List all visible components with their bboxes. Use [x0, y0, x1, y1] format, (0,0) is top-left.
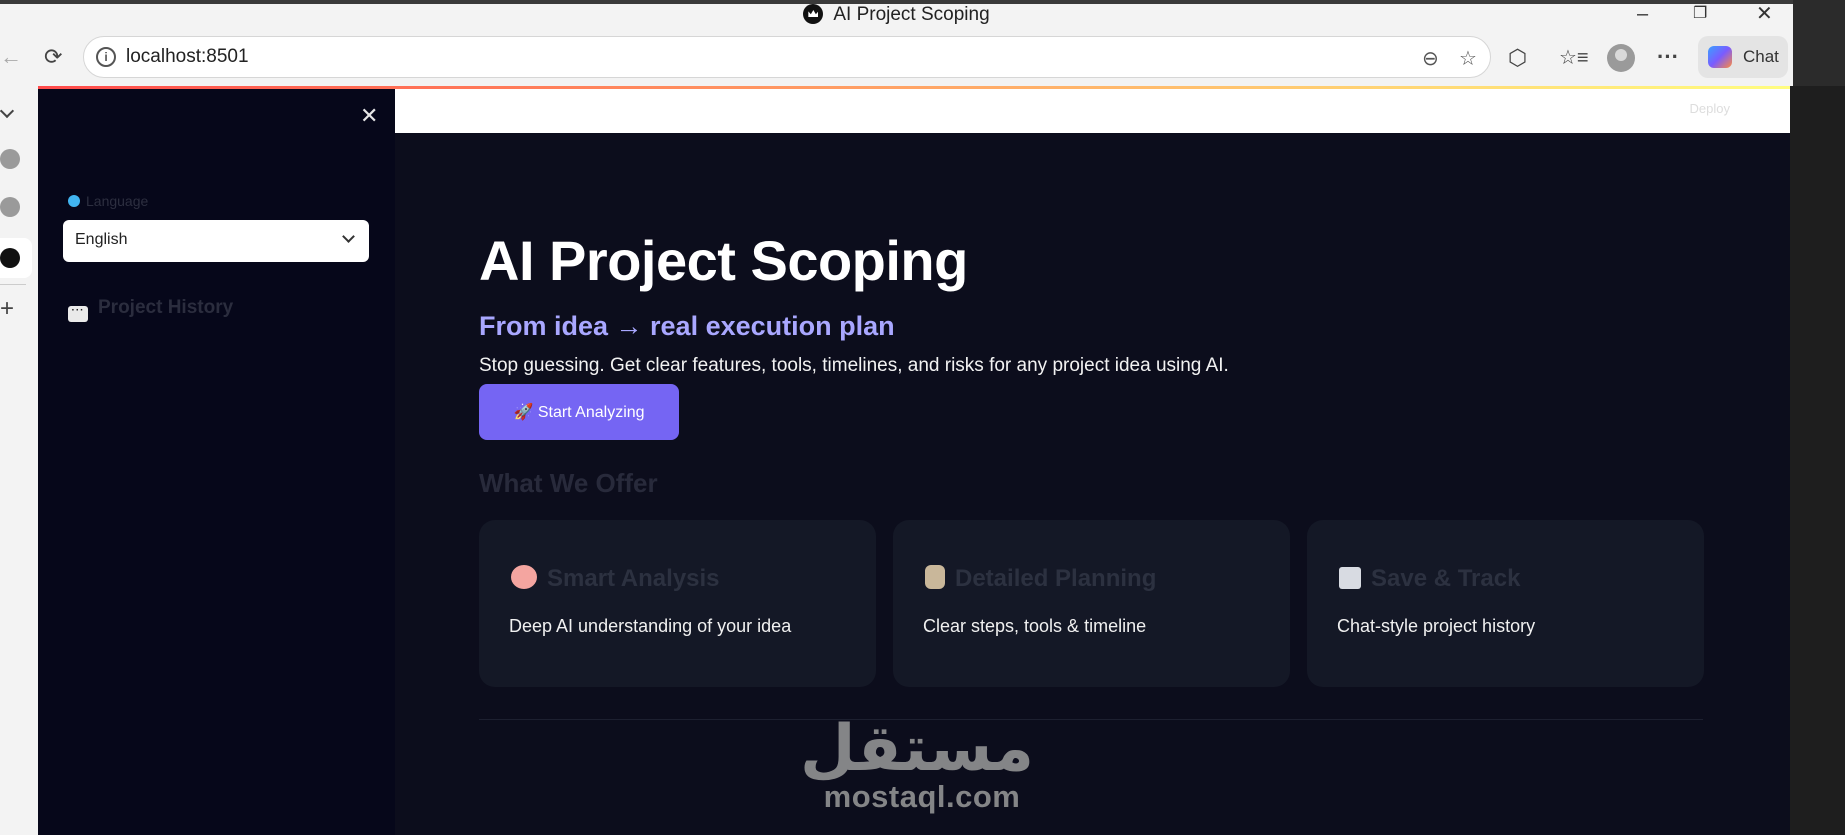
page-subtitle: From idea → real execution plan — [479, 311, 895, 341]
deploy-button[interactable]: Deploy — [1690, 101, 1730, 116]
vertical-tab-strip: + — [0, 88, 38, 835]
restore-button[interactable]: ❐ — [1693, 4, 1707, 24]
language-label: Language — [68, 193, 148, 209]
language-label-text: Language — [86, 193, 149, 209]
feature-title-text: Save & Track — [1371, 565, 1521, 592]
feature-card-description: Clear steps, tools & timeline — [923, 616, 1147, 636]
feature-card-description: Deep AI understanding of your idea — [509, 616, 792, 636]
page-description: Stop guessing. Get clear features, tools… — [479, 355, 1229, 376]
language-value: English — [75, 231, 128, 248]
copilot-chat-button[interactable]: Chat — [1698, 36, 1788, 78]
feature-card-save-track: Save & Track Chat-style project history — [1307, 520, 1704, 687]
start-analyzing-label: 🚀 Start Analyzing — [513, 404, 645, 421]
tab-favicon-icon[interactable] — [0, 197, 20, 217]
favorites-list-icon[interactable]: ☆≡ — [1559, 45, 1589, 70]
page-title: AI Project Scoping — [479, 229, 968, 292]
back-arrow-icon[interactable]: ← — [0, 46, 22, 68]
status-dot-icon — [68, 195, 80, 207]
feature-card-smart-analysis: Smart Analysis Deep AI understanding of … — [479, 520, 876, 687]
feature-card-title: Detailed Planning — [925, 565, 1156, 593]
clipboard-icon — [925, 565, 945, 589]
watermark-latin: mostaql.com — [823, 779, 1021, 814]
refresh-icon[interactable]: ⟳ — [44, 46, 62, 68]
address-bar[interactable]: i localhost:8501 ⊖ ☆ — [83, 36, 1491, 78]
zoom-out-icon[interactable]: ⊖ — [1422, 46, 1439, 71]
close-sidebar-icon[interactable]: ✕ — [360, 103, 378, 129]
favorite-star-icon[interactable]: ☆ — [1459, 46, 1477, 71]
url-text: localhost:8501 — [126, 46, 249, 67]
tab-favicon-icon — [0, 248, 20, 268]
feature-card-title: Save & Track — [1339, 565, 1520, 593]
copilot-logo-icon — [1708, 46, 1732, 68]
floppy-icon — [1339, 567, 1361, 589]
section-divider — [479, 719, 1703, 720]
tab-divider — [0, 284, 26, 285]
watermark-arabic: مستقل — [799, 712, 1034, 786]
streamlit-crown-icon — [803, 4, 824, 24]
window-title-text: AI Project Scoping — [833, 4, 990, 25]
feature-card-title: Smart Analysis — [511, 565, 720, 593]
chat-label: Chat — [1743, 47, 1779, 66]
sidebar: ✕ Language English ··· Project History — [38, 89, 395, 835]
site-info-icon[interactable]: i — [96, 47, 116, 67]
chevron-down-icon[interactable] — [0, 103, 15, 119]
app-header: Deploy — [395, 89, 1790, 133]
what-we-offer-heading: What We Offer — [479, 468, 658, 498]
minimize-button[interactable]: – — [1637, 4, 1648, 24]
project-history-title: Project History — [98, 297, 234, 318]
feature-title-text: Smart Analysis — [547, 565, 720, 592]
window-title: AI Project Scoping — [0, 4, 1793, 26]
feature-card-detailed-planning: Detailed Planning Clear steps, tools & t… — [893, 520, 1290, 687]
mostaql-watermark: مستقل mostaql.com — [799, 712, 1034, 814]
profile-avatar[interactable] — [1607, 44, 1635, 72]
close-window-button[interactable]: ✕ — [1756, 4, 1773, 24]
tab-favicon-icon[interactable] — [0, 149, 20, 169]
feature-card-description: Chat-style project history — [1337, 616, 1536, 636]
new-tab-icon[interactable]: + — [0, 295, 14, 323]
speech-bubble-icon: ··· — [68, 306, 88, 322]
language-select[interactable]: English — [63, 220, 369, 262]
main-content: AI Project Scoping From idea → real exec… — [395, 133, 1790, 835]
more-options-icon[interactable]: ··· — [1657, 44, 1679, 70]
extensions-icon[interactable]: ⬡ — [1508, 45, 1527, 71]
browser-title-bar: AI Project Scoping – ❐ ✕ — [0, 0, 1793, 26]
chevron-down-icon — [342, 230, 355, 243]
active-tab[interactable] — [0, 238, 32, 278]
brain-icon — [511, 565, 537, 589]
project-history-heading: ··· Project History — [68, 297, 233, 322]
start-analyzing-button[interactable]: 🚀 Start Analyzing — [479, 384, 679, 440]
desktop-background — [1790, 86, 1845, 835]
feature-title-text: Detailed Planning — [955, 565, 1157, 592]
screen: AI Project Scoping – ❐ ✕ ← ⟳ i localhost… — [0, 0, 1845, 835]
